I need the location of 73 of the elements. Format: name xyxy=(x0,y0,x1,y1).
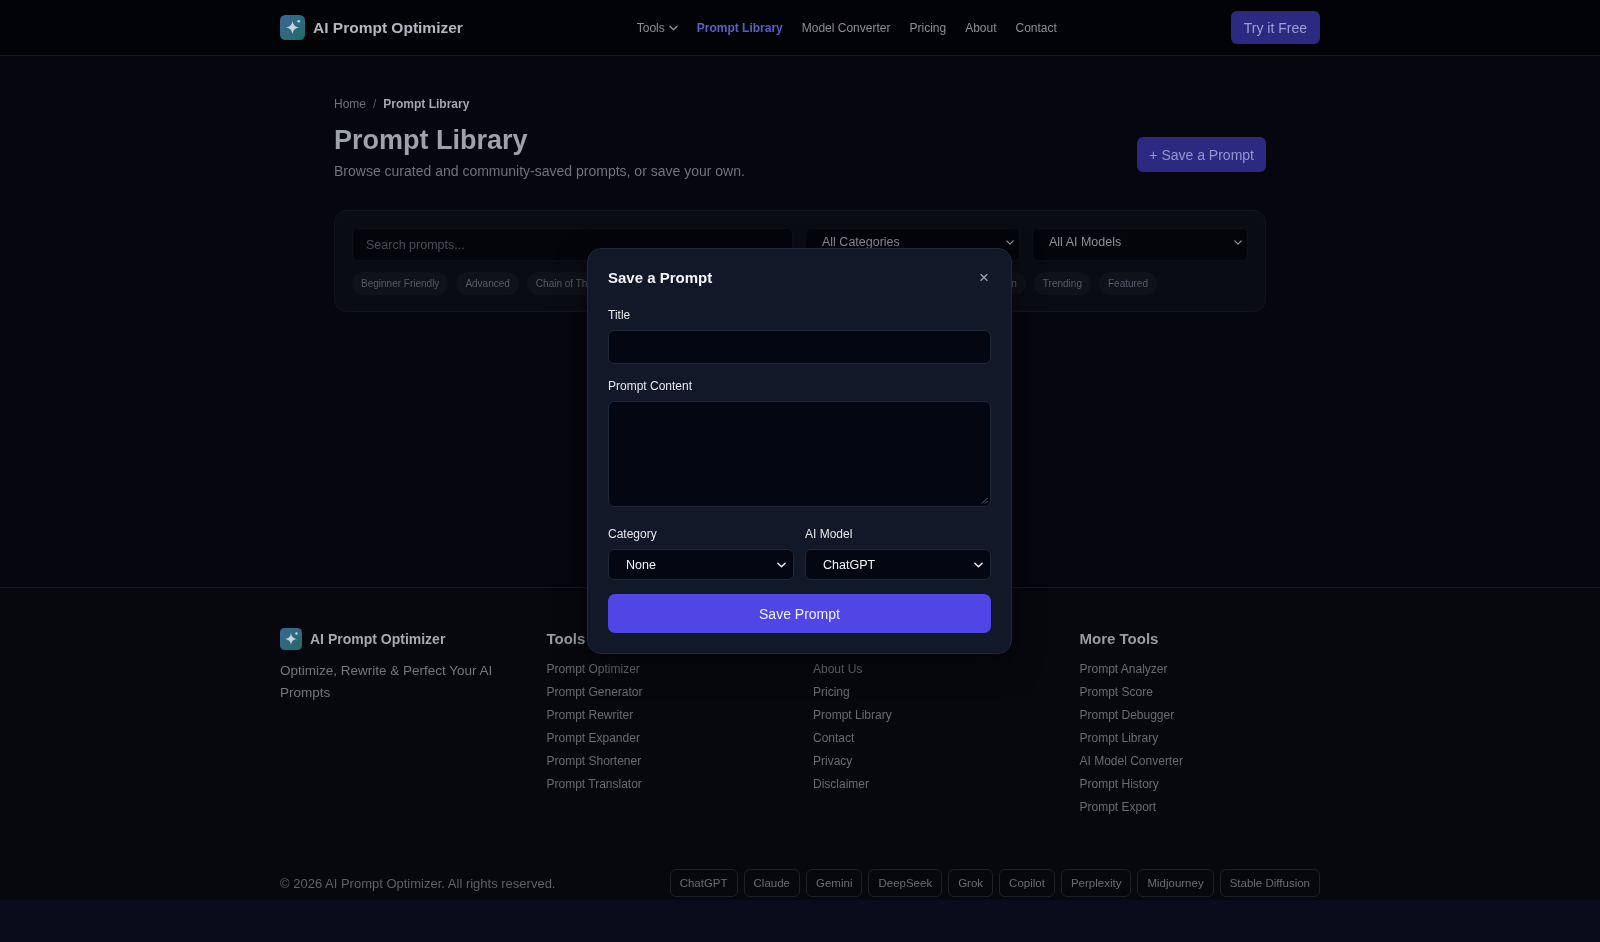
nav-link[interactable]: Model Converter xyxy=(801,20,891,35)
footer-link[interactable]: Prompt Rewriter xyxy=(546,704,634,727)
modal-title: Save a Prompt xyxy=(608,268,713,288)
nav-link[interactable]: Contact xyxy=(1015,20,1057,35)
try-free-button[interactable]: Try it Free xyxy=(1230,11,1320,44)
footer-tagline: Optimize, Rewrite & Perfect Your AI Prompts xyxy=(280,662,494,702)
model-tag[interactable]: Claude xyxy=(743,869,800,897)
sparkle-icon xyxy=(280,15,305,40)
model-tag[interactable]: ChatGPT xyxy=(669,869,738,897)
breadcrumb-separator: / xyxy=(373,97,377,112)
prompt-content-field[interactable] xyxy=(608,401,991,507)
select-field[interactable]: ChatGPT xyxy=(805,549,991,580)
sparkle-icon xyxy=(280,628,302,650)
footer-link[interactable]: Disclaimer xyxy=(813,773,869,796)
chevron-down-icon xyxy=(668,24,678,31)
model-tag[interactable]: Perplexity xyxy=(1060,869,1132,897)
footer-link[interactable]: Prompt Expander xyxy=(546,727,640,750)
chevron-down-icon xyxy=(1234,240,1242,245)
title-input[interactable] xyxy=(608,330,991,364)
model-tag[interactable]: Copilot xyxy=(999,869,1055,897)
nav-dropdown[interactable]: Tools xyxy=(636,20,678,35)
page-subtitle: Browse curated and community-saved prompts, or save your own. xyxy=(334,162,745,181)
nav-link[interactable]: Pricing xyxy=(909,20,947,35)
field-label: Category xyxy=(608,527,657,541)
footer-link[interactable]: Prompt Score xyxy=(1079,681,1153,704)
footer-link[interactable]: Contact xyxy=(813,727,855,750)
save-prompt-button[interactable]: + Save a Prompt xyxy=(1137,137,1266,172)
footer-heading: More Tools xyxy=(1079,630,1159,648)
footer-link[interactable]: Prompt History xyxy=(1079,773,1159,796)
footer-link[interactable]: Prompt Debugger xyxy=(1079,704,1175,727)
page-title: Prompt Library xyxy=(334,124,529,156)
filter-tag[interactable]: Trending xyxy=(1033,272,1091,295)
chevron-down-icon xyxy=(777,561,786,568)
footer-link[interactable]: Privacy xyxy=(813,750,853,773)
nav-link[interactable]: Prompt Library xyxy=(696,20,783,35)
brand-name: AI Prompt Optimizer xyxy=(313,18,463,37)
close-button[interactable]: × xyxy=(977,269,991,287)
chevron-down-icon xyxy=(1006,240,1014,245)
model-tag[interactable]: Gemini xyxy=(806,869,863,897)
save-button[interactable]: Save Prompt xyxy=(608,594,991,633)
footer-link[interactable]: Prompt Analyzer xyxy=(1079,658,1168,681)
breadcrumb-link[interactable]: Home xyxy=(334,97,366,112)
footer-link[interactable]: Prompt Shortener xyxy=(546,750,642,773)
footer-link[interactable]: Prompt Export xyxy=(1079,796,1157,819)
nav-link[interactable]: About xyxy=(965,20,997,35)
footer-link[interactable]: Pricing xyxy=(813,681,850,704)
filter-tag[interactable]: Chain of Th xyxy=(526,272,588,295)
footer-link[interactable]: Prompt Optimizer xyxy=(546,658,640,681)
model-tag[interactable]: Stable Diffusion xyxy=(1219,869,1320,897)
select-field[interactable]: None xyxy=(608,549,794,580)
footer-link[interactable]: Prompt Generator xyxy=(546,681,643,704)
field-label: AI Model xyxy=(805,527,853,541)
brand-link[interactable]: AI Prompt Optimizer xyxy=(280,15,463,40)
resize-grip-icon xyxy=(981,497,988,504)
model-tag[interactable]: Midjourney xyxy=(1137,869,1214,897)
footer-heading: Tools xyxy=(546,630,586,648)
footer-brand: AI Prompt Optimizer xyxy=(310,631,446,647)
filter-tag[interactable]: Featured xyxy=(1098,272,1157,295)
footer-link[interactable]: Prompt Translator xyxy=(546,773,642,796)
filter-tag[interactable]: Advanced xyxy=(456,272,519,295)
footer-link[interactable]: Prompt Library xyxy=(813,704,892,727)
filter-tag[interactable]: Beginner Friendly xyxy=(352,272,449,295)
field-label: Title xyxy=(608,308,631,322)
filter-select[interactable]: All AI Models xyxy=(1032,228,1248,261)
model-tag[interactable]: Grok xyxy=(948,869,994,897)
footer-link[interactable]: Prompt Library xyxy=(1079,727,1159,750)
field-label: Prompt Content xyxy=(608,379,693,393)
footer-link[interactable]: AI Model Converter xyxy=(1079,750,1183,773)
footer-link[interactable]: About Us xyxy=(813,658,863,681)
chevron-down-icon xyxy=(974,561,983,568)
model-tag[interactable]: DeepSeek xyxy=(868,869,943,897)
breadcrumb-link[interactable]: Prompt Library xyxy=(383,97,470,112)
copyright-text: © 2026 AI Prompt Optimizer. All rights reserved. xyxy=(280,875,556,891)
